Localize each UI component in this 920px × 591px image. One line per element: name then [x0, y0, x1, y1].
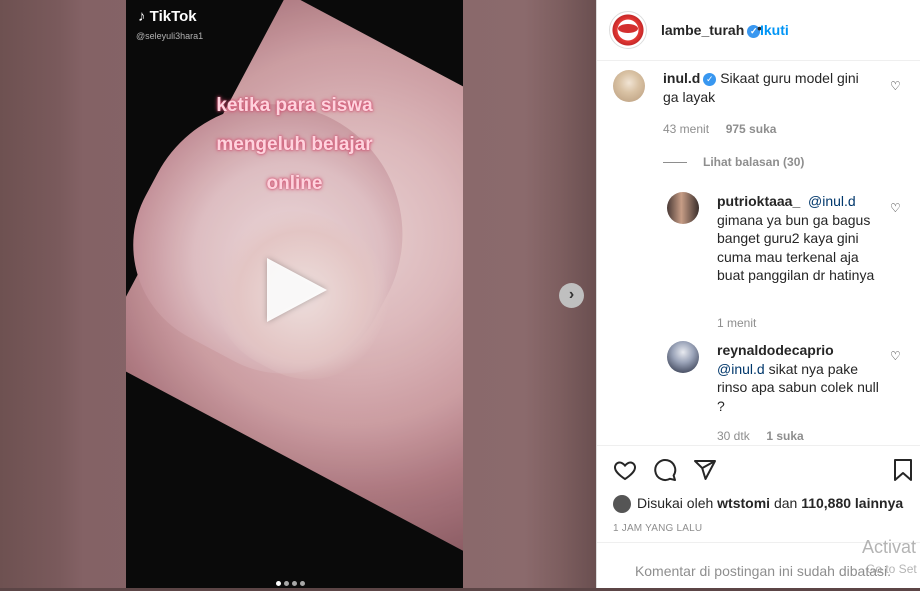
comment-text: putrioktaaa_ @inul.d gimana ya bun ga ba…	[717, 192, 882, 285]
heart-icon[interactable]: ♡	[890, 201, 901, 215]
comment-username[interactable]: inul.d	[663, 70, 700, 86]
comment-time: 30 dtk	[717, 429, 750, 443]
activation-watermark-sub: Go to Set	[866, 562, 917, 576]
comment-meta: 43 menit 975 suka	[663, 122, 776, 136]
comment-time: 43 menit	[663, 122, 710, 136]
verified-icon: ✓	[703, 72, 717, 86]
next-slide-button[interactable]: ›	[559, 283, 584, 308]
comments-disabled-note: Komentar di postingan ini sudah dibatasi…	[634, 563, 891, 579]
play-icon[interactable]	[267, 258, 327, 322]
post-username[interactable]: lambe_turah ✓	[661, 22, 761, 38]
post-header: lambe_turah ✓ • Ikuti	[597, 0, 920, 61]
follow-button[interactable]: Ikuti	[760, 22, 789, 38]
video-player[interactable]: ♪ TikTok @seleyuli3hara1 ketika para sis…	[126, 0, 463, 588]
video-caption: ketika para siswa mengeluh belajar onlin…	[126, 86, 463, 203]
comment-likes[interactable]: 975 suka	[726, 122, 777, 136]
comment-likes[interactable]: 1 suka	[766, 429, 803, 443]
comment-time: 1 menit	[717, 316, 757, 330]
heart-icon[interactable]	[613, 458, 637, 482]
liker-username[interactable]: wtstomi	[717, 495, 770, 511]
comment-username[interactable]: putrioktaaa_	[717, 193, 800, 209]
avatar[interactable]	[667, 341, 699, 373]
avatar[interactable]	[667, 192, 699, 224]
comment-text: inul.d ✓ Sikaat guru model gini ga layak	[663, 69, 873, 106]
avatar[interactable]	[613, 495, 631, 514]
slide-indicator	[276, 573, 308, 591]
divider	[663, 162, 687, 164]
bookmark-icon[interactable]	[893, 458, 913, 482]
view-replies-button[interactable]: Lihat balasan (30)	[663, 155, 804, 169]
caption-line: online	[266, 173, 323, 194]
share-icon[interactable]	[693, 458, 717, 482]
mention-link[interactable]: @inul.d	[808, 193, 856, 209]
comment-icon[interactable]	[653, 458, 677, 482]
post-panel: lambe_turah ✓ • Ikuti inul.d ✓ Sikaat guru…	[596, 0, 920, 588]
slide-dot	[284, 581, 289, 586]
comment-meta: 30 dtk 1 suka	[717, 429, 804, 443]
caption-line: ketika para siswa	[216, 95, 373, 116]
heart-icon[interactable]: ♡	[890, 349, 901, 363]
avatar[interactable]	[613, 70, 645, 102]
caption-line: mengeluh belajar	[216, 134, 373, 155]
comment-body: gimana ya bun ga bagus banget guru2 kaya…	[717, 211, 875, 284]
activation-watermark: Activat	[862, 537, 917, 557]
likes-count[interactable]: 110,880 lainnya	[801, 495, 903, 511]
likes-summary: Disukai oleh wtstomi dan 110,880 lainnya	[613, 495, 903, 514]
tiktok-handle: @seleyuli3hara1	[136, 31, 204, 41]
slide-dot	[300, 581, 305, 586]
slide-dot	[292, 581, 297, 586]
lips-logo-icon	[618, 24, 638, 33]
heart-icon[interactable]: ♡	[890, 79, 901, 93]
tiktok-logo: ♪ TikTok	[138, 8, 197, 25]
comment-username[interactable]: reynaldodecaprio	[717, 342, 834, 358]
mention-link[interactable]: @inul.d	[717, 361, 765, 377]
post-time: 1 JAM YANG LALU	[613, 523, 703, 534]
comment-text: reynaldodecaprio @inul.d sikat nya pake …	[717, 341, 882, 415]
comment-list: inul.d ✓ Sikaat guru model gini ga layak …	[597, 61, 920, 444]
slide-dot	[276, 581, 281, 586]
